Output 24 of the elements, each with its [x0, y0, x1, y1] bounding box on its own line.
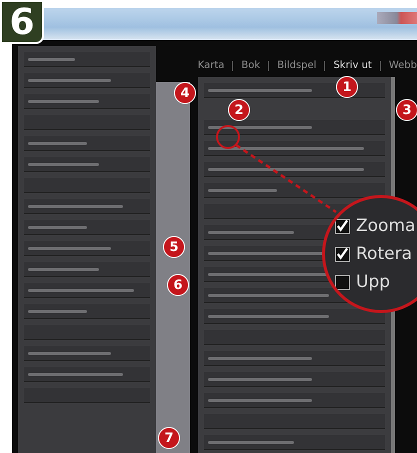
checkbox[interactable] — [335, 274, 350, 290]
option-label: Rotera — [356, 244, 412, 264]
module-tab[interactable]: Skriv ut — [333, 60, 372, 71]
checkmark-icon — [336, 219, 349, 233]
blurred-text — [28, 310, 88, 312]
module-tab[interactable]: Karta — [198, 60, 224, 71]
checkbox[interactable] — [335, 246, 350, 262]
panel-row[interactable] — [204, 83, 385, 98]
blurred-text — [28, 162, 99, 166]
blurred-text — [28, 142, 88, 144]
module-tab[interactable]: Bok — [241, 60, 260, 71]
blurred-text — [28, 268, 99, 270]
blurred-text — [28, 100, 99, 102]
module-tab[interactable]: Bildspel — [277, 60, 316, 71]
checkmark-icon — [336, 247, 349, 261]
option-label: Upp — [356, 272, 390, 292]
window-controls[interactable] — [377, 12, 417, 24]
module-tab[interactable]: Webb — [388, 60, 417, 71]
step-badge: 6 — [0, 0, 44, 44]
checkbox[interactable] — [335, 218, 350, 234]
blurred-text — [28, 226, 88, 228]
blurred-text — [28, 58, 76, 60]
blurred-text — [208, 188, 278, 192]
option-label: Zooma — [356, 216, 416, 236]
